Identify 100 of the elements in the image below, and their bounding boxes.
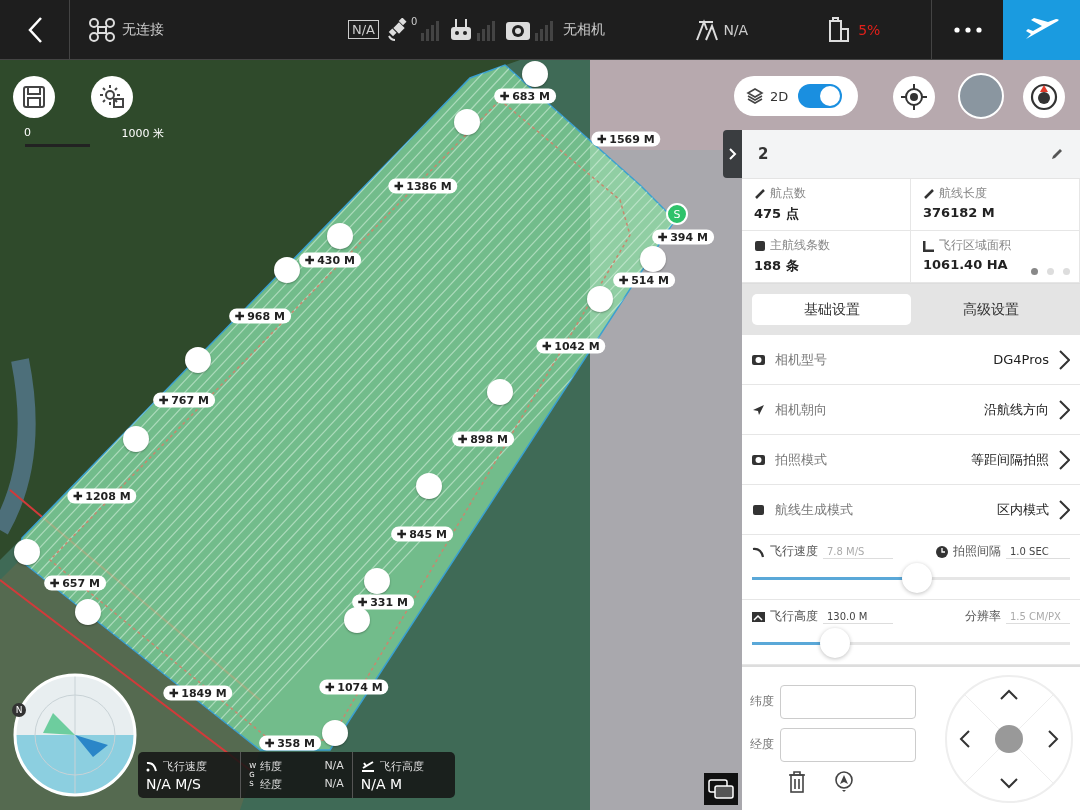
- signal-bars-icon: [535, 18, 556, 41]
- slider-thumb[interactable]: [819, 628, 850, 658]
- mode-switch[interactable]: [798, 84, 843, 108]
- setting-label: 航线生成模式: [775, 500, 854, 519]
- settings-tab[interactable]: 基础设置: [752, 294, 911, 325]
- battery-icon: [828, 16, 851, 43]
- chevron-right-icon: [1059, 399, 1070, 420]
- coordinate-input[interactable]: [780, 684, 916, 719]
- windows-icon: [708, 779, 734, 799]
- plus-icon: [265, 738, 275, 748]
- connection-status: 无连接: [122, 20, 164, 39]
- setting-row[interactable]: 拍照模式 等距间隔拍照: [742, 435, 1080, 485]
- edit-icon[interactable]: [1050, 147, 1064, 161]
- scale-label: 1000 米: [121, 126, 164, 141]
- speed-icon: [146, 760, 158, 772]
- distance-label: 1849 M: [181, 686, 227, 700]
- clock-icon: [936, 545, 948, 558]
- height-value: N/A M: [360, 775, 404, 792]
- more-icon: [953, 26, 982, 33]
- setting-row[interactable]: 相机型号 DG4Pros: [742, 335, 1080, 385]
- distance-label: 394 M: [670, 230, 708, 244]
- distance-label: 657 M: [62, 576, 100, 590]
- page-dot[interactable]: [1047, 268, 1054, 275]
- slider-icon: [752, 545, 765, 558]
- setting-icon: [752, 353, 765, 366]
- plus-icon: [394, 181, 404, 191]
- coordinate-label: 纬度: [750, 693, 774, 710]
- distance-label: 683 M: [512, 89, 550, 103]
- plus-icon: [235, 311, 245, 321]
- stat-value: 376182 M: [923, 205, 995, 220]
- distance-label: 968 M: [247, 309, 285, 323]
- setting-icon: [752, 503, 765, 516]
- coordinate-input[interactable]: [780, 727, 916, 762]
- stat-value: 188 条: [754, 257, 799, 275]
- distance-label: 1386 M: [406, 179, 452, 193]
- direction-pad-drawing[interactable]: [944, 673, 1074, 804]
- setting-value: 沿航线方向: [984, 400, 1049, 419]
- distance-label: 1208 M: [85, 489, 131, 503]
- setting-row[interactable]: 航线生成模式 区内模式: [742, 485, 1080, 535]
- stat-label: 飞行区域面积: [939, 237, 1011, 254]
- slider-thumb[interactable]: [902, 563, 933, 593]
- altitude-value: N/A: [723, 21, 749, 38]
- plus-icon: [619, 275, 629, 285]
- stat-icon: [923, 187, 935, 200]
- layers-icon: [746, 87, 764, 105]
- slider-value: 130.0 M: [823, 609, 893, 624]
- stat-value: 1061.40 HA: [923, 257, 1008, 272]
- height-label: 飞行高度: [379, 758, 424, 774]
- latitude-value: N/A: [324, 758, 344, 774]
- stat-label: 航点数: [770, 185, 806, 202]
- speed-label: 飞行速度: [163, 758, 207, 774]
- map-mode-label: 2D: [770, 88, 789, 104]
- distance-label: 767 M: [171, 393, 209, 407]
- distance-label: 1074 M: [337, 680, 383, 694]
- longitude-label: 经度: [260, 776, 283, 792]
- slider-side-label: 分辨率: [965, 608, 1001, 625]
- save-icon: [22, 85, 46, 109]
- stat-icon: [754, 239, 766, 252]
- takeoff-icon: [360, 760, 375, 772]
- plus-icon: [325, 682, 335, 692]
- chevron-right-icon: [1059, 499, 1070, 520]
- stat-label: 主航线条数: [770, 237, 830, 254]
- distance-label: 1569 M: [609, 132, 655, 146]
- trash-icon[interactable]: [788, 770, 806, 793]
- setting-icon: [752, 403, 765, 416]
- setting-value: 等距间隔拍照: [971, 450, 1049, 469]
- slider-label: 飞行速度: [770, 543, 818, 560]
- slider-side-label: 拍照间隔: [953, 543, 1001, 560]
- plus-icon: [73, 491, 83, 501]
- setting-icon: [752, 453, 765, 466]
- stat-value: 475 点: [754, 205, 799, 223]
- navigation-pin-icon[interactable]: [834, 770, 854, 793]
- settings-tab[interactable]: 高级设置: [911, 294, 1070, 325]
- scale-label: 0: [24, 126, 31, 141]
- camera-status: 无相机: [563, 20, 606, 39]
- setting-label: 相机型号: [775, 350, 828, 369]
- page-dot[interactable]: [1063, 268, 1070, 275]
- stat-icon: [923, 239, 935, 252]
- stat-label: 航线长度: [939, 185, 987, 202]
- plus-icon: [658, 232, 668, 242]
- plus-icon: [542, 341, 552, 351]
- page-dot[interactable]: [1031, 268, 1038, 275]
- slider-icon: [752, 610, 765, 623]
- speed-value: N/A M/S: [146, 775, 202, 792]
- window-switch-button[interactable]: [704, 773, 738, 805]
- signal-bars-icon: [477, 18, 498, 41]
- setting-row[interactable]: 相机朝向 沿航线方向: [742, 385, 1080, 435]
- chevron-right-icon: [1059, 449, 1070, 470]
- compass-icon: [1029, 82, 1059, 112]
- fly-button[interactable]: [1003, 0, 1080, 60]
- plus-icon: [305, 255, 315, 265]
- remote-controller-icon: [449, 17, 474, 42]
- setting-value: DG4Pros: [993, 352, 1049, 367]
- plus-icon: [397, 529, 407, 539]
- panel-collapse-button[interactable]: [723, 130, 742, 178]
- slider-label: 飞行高度: [770, 608, 818, 625]
- distance-label: 430 M: [317, 253, 355, 267]
- plus-icon: [169, 688, 179, 698]
- satellite-count: 0: [411, 16, 418, 27]
- plus-icon: [597, 134, 607, 144]
